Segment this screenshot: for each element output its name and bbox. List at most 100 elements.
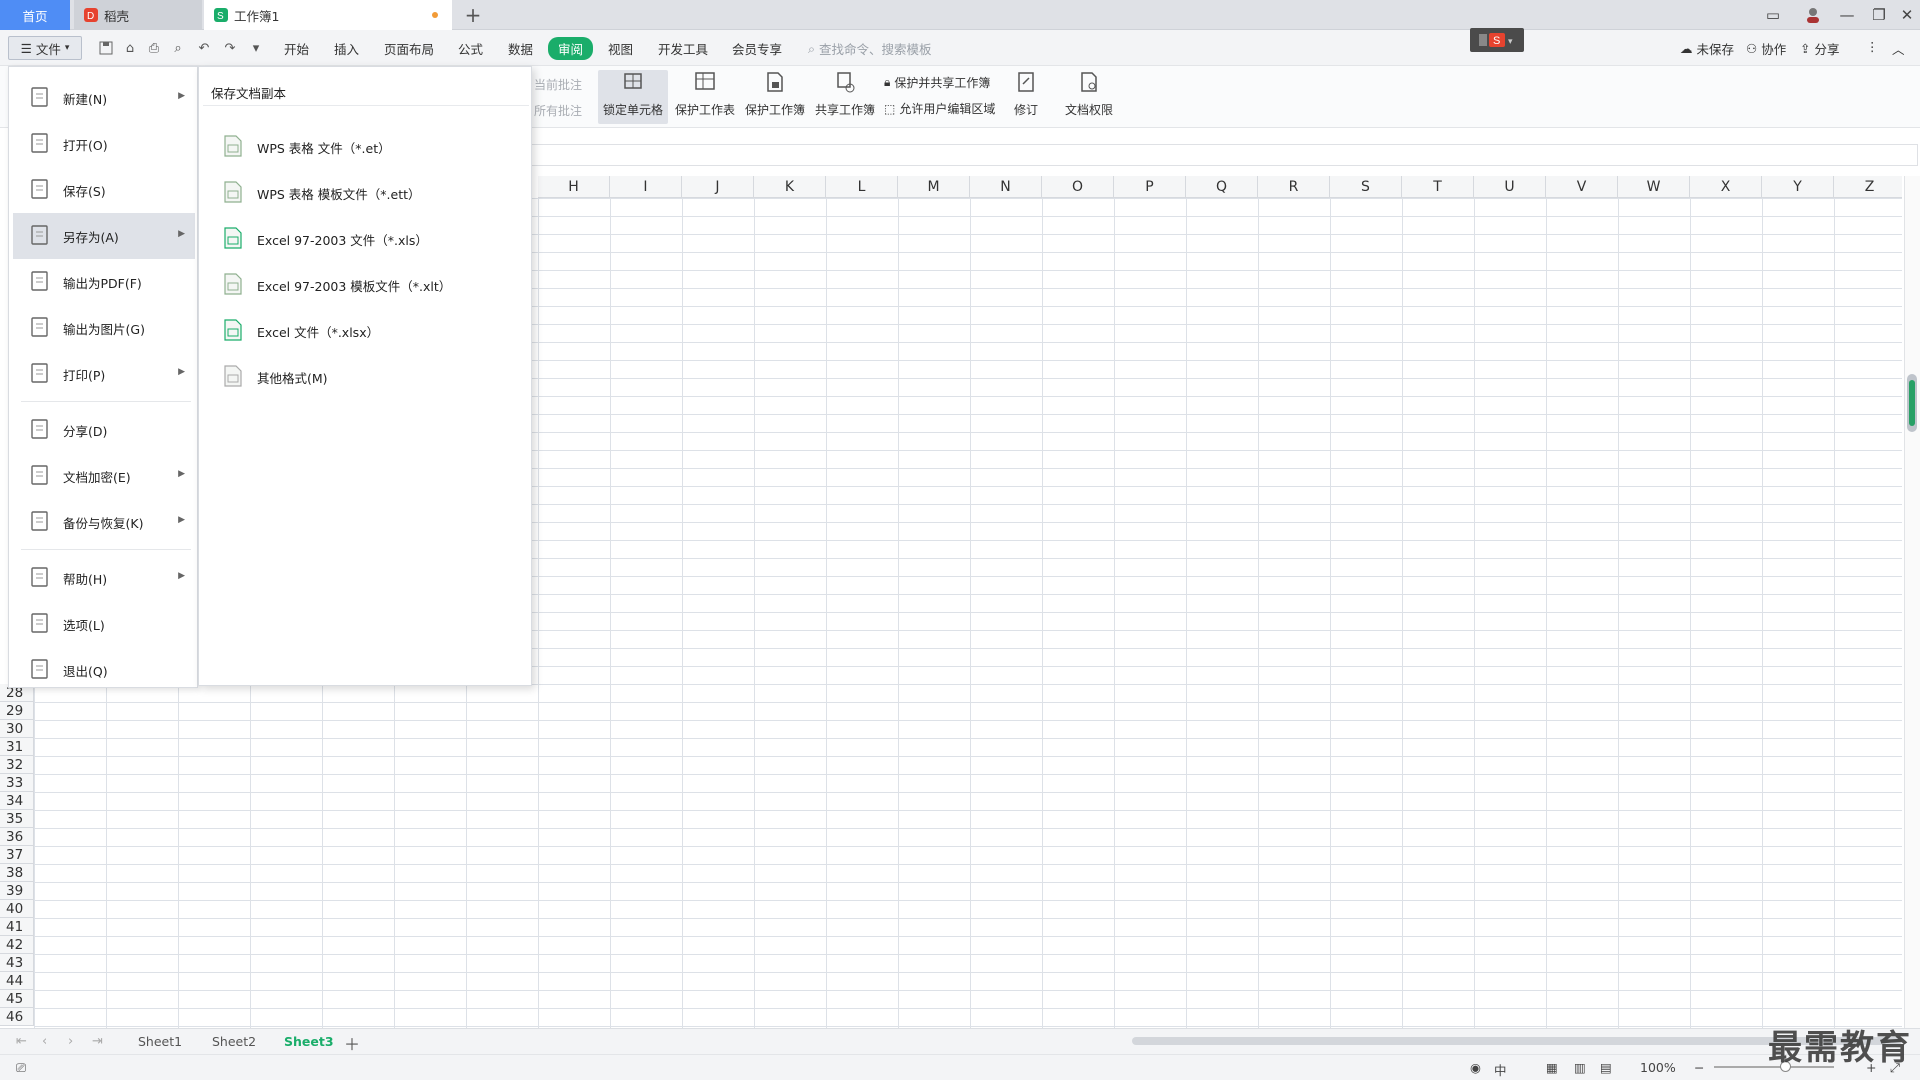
file-menu-item[interactable]: 帮助(H) ▶ xyxy=(13,555,195,601)
file-menu-item[interactable]: 退出(Q) xyxy=(13,647,195,693)
menu-review[interactable]: 审阅 xyxy=(548,37,594,60)
row-header[interactable]: 33 xyxy=(0,774,34,792)
format-painter-icon[interactable]: ⌂ xyxy=(120,38,140,58)
menu-start[interactable]: 开始 xyxy=(284,39,309,58)
column-header[interactable]: R xyxy=(1258,176,1330,198)
menu-developer[interactable]: 开发工具 xyxy=(658,39,708,58)
column-header[interactable]: K xyxy=(754,176,826,198)
page-layout-view-icon[interactable]: ▥ xyxy=(1574,1060,1586,1075)
column-header[interactable]: O xyxy=(1042,176,1114,198)
row-header[interactable]: 45 xyxy=(0,990,34,1008)
menu-insert[interactable]: 插入 xyxy=(334,39,359,58)
file-menu-item[interactable]: 选项(L) xyxy=(13,601,195,647)
collapse-ribbon-icon[interactable]: ︿ xyxy=(1892,39,1905,58)
row-header[interactable]: 44 xyxy=(0,972,34,990)
sheet-tab-3[interactable]: Sheet3 xyxy=(284,1034,334,1049)
row-header[interactable]: 42 xyxy=(0,936,34,954)
column-header[interactable]: T xyxy=(1402,176,1474,198)
first-sheet-icon[interactable]: ⇤ xyxy=(16,1034,27,1049)
column-header[interactable]: I xyxy=(610,176,682,198)
next-sheet-icon[interactable]: › xyxy=(68,1034,73,1049)
floating-toolbar[interactable]: S ▾ xyxy=(1470,28,1524,52)
menu-member[interactable]: 会员专享 xyxy=(732,39,782,58)
column-header[interactable]: V xyxy=(1546,176,1618,198)
new-tab-button[interactable]: + xyxy=(458,0,488,30)
tab-workbook[interactable]: S 工作簿1 xyxy=(204,0,452,30)
lock-cell-button[interactable]: 锁定单元格 xyxy=(598,70,668,124)
save-format-item[interactable]: WPS 表格 模板文件（*.ett） xyxy=(223,173,523,213)
file-menu-item[interactable]: 分享(D) xyxy=(13,407,195,453)
unsaved-button[interactable]: ☁ 未保存 xyxy=(1680,39,1734,58)
row-header[interactable]: 35 xyxy=(0,810,34,828)
share-workbook-button[interactable]: 共享工作簿 xyxy=(810,70,880,124)
row-header[interactable]: 36 xyxy=(0,828,34,846)
formula-input[interactable] xyxy=(530,144,1918,166)
save-format-item[interactable]: Excel 97-2003 文件（*.xls） xyxy=(223,219,523,259)
allow-edit-range-button[interactable]: ⬚ 允许用户编辑区域 xyxy=(884,100,995,117)
vertical-scrollbar[interactable] xyxy=(1904,176,1920,1028)
column-header[interactable]: W xyxy=(1618,176,1690,198)
file-menu-item[interactable]: 保存(S) xyxy=(13,167,195,213)
share-button[interactable]: ⇪ 分享 xyxy=(1800,39,1840,58)
row-header[interactable]: 46 xyxy=(0,1008,34,1026)
save-icon[interactable] xyxy=(96,38,116,58)
input-method-icon[interactable]: 中 xyxy=(1494,1060,1507,1079)
all-comments-button[interactable]: 所有批注 xyxy=(534,102,582,119)
revise-button[interactable]: 修订 xyxy=(1002,70,1050,124)
last-sheet-icon[interactable]: ⇥ xyxy=(92,1034,103,1049)
redo-icon[interactable]: ↷ xyxy=(220,38,240,58)
row-header[interactable]: 29 xyxy=(0,702,34,720)
column-header[interactable]: X xyxy=(1690,176,1762,198)
menu-view[interactable]: 视图 xyxy=(608,39,633,58)
column-header[interactable]: P xyxy=(1114,176,1186,198)
column-header[interactable]: M xyxy=(898,176,970,198)
column-header[interactable]: S xyxy=(1330,176,1402,198)
window-layout-icon[interactable]: ▭ xyxy=(1756,0,1790,30)
undo-icon[interactable]: ↶ xyxy=(194,38,214,58)
close-icon[interactable]: ✕ xyxy=(1890,0,1920,30)
row-header[interactable]: 30 xyxy=(0,720,34,738)
save-format-item[interactable]: WPS 表格 文件（*.et） xyxy=(223,127,523,167)
row-header[interactable]: 38 xyxy=(0,864,34,882)
column-header[interactable]: Q xyxy=(1186,176,1258,198)
protect-workbook-button[interactable]: 保护工作簿 xyxy=(740,70,810,124)
file-menu-item[interactable]: 新建(N) ▶ xyxy=(13,75,195,121)
print-preview-icon[interactable]: ⌕ xyxy=(168,38,188,58)
collab-button[interactable]: ⚇ 协作 xyxy=(1746,39,1786,58)
normal-view-icon[interactable]: ▦ xyxy=(1546,1060,1558,1075)
row-header[interactable]: 40 xyxy=(0,900,34,918)
save-format-item[interactable]: 其他格式(M) xyxy=(223,357,523,397)
menu-formula[interactable]: 公式 xyxy=(458,39,483,58)
customize-quick-icon[interactable]: ▾ xyxy=(246,38,266,58)
column-header[interactable]: H xyxy=(538,176,610,198)
column-header[interactable]: Z xyxy=(1834,176,1902,198)
page-break-view-icon[interactable]: ▤ xyxy=(1600,1060,1612,1075)
avatar[interactable] xyxy=(1796,0,1830,30)
minimize-icon[interactable]: — xyxy=(1830,0,1864,30)
column-header[interactable]: N xyxy=(970,176,1042,198)
sheet-tab-2[interactable]: Sheet2 xyxy=(212,1034,256,1049)
column-header[interactable]: Y xyxy=(1762,176,1834,198)
file-menu-item[interactable]: 打开(O) xyxy=(13,121,195,167)
row-header[interactable]: 43 xyxy=(0,954,34,972)
tab-daoke[interactable]: D 稻壳 xyxy=(74,0,202,30)
zoom-out-button[interactable]: − xyxy=(1694,1060,1704,1075)
sheet-tab-1[interactable]: Sheet1 xyxy=(138,1034,182,1049)
row-header[interactable]: 41 xyxy=(0,918,34,936)
file-menu-item[interactable]: 输出为图片(G) xyxy=(13,305,195,351)
current-comment-button[interactable]: 当前批注 xyxy=(534,76,582,93)
row-header[interactable]: 31 xyxy=(0,738,34,756)
doc-rights-button[interactable]: 文档权限 xyxy=(1054,70,1124,124)
row-header[interactable]: 34 xyxy=(0,792,34,810)
protect-share-button[interactable]: 🔒︎ 保护并共享工作簿 xyxy=(884,74,990,91)
file-menu-button[interactable]: ☰ 文件 ▾ xyxy=(8,36,82,60)
macro-record-icon[interactable]: ⎚ xyxy=(16,1060,26,1076)
file-menu-item[interactable]: 打印(P) ▶ xyxy=(13,351,195,397)
zoom-level[interactable]: 100% xyxy=(1640,1060,1676,1075)
more-icon[interactable]: ⋮ xyxy=(1866,39,1879,54)
file-menu-item[interactable]: 文档加密(E) ▶ xyxy=(13,453,195,499)
file-menu-item[interactable]: 另存为(A) ▶ xyxy=(13,213,195,259)
prev-sheet-icon[interactable]: ‹ xyxy=(42,1034,47,1049)
add-sheet-icon[interactable]: ＋ xyxy=(344,1031,360,1055)
print-icon[interactable]: ⎙ xyxy=(144,38,164,58)
